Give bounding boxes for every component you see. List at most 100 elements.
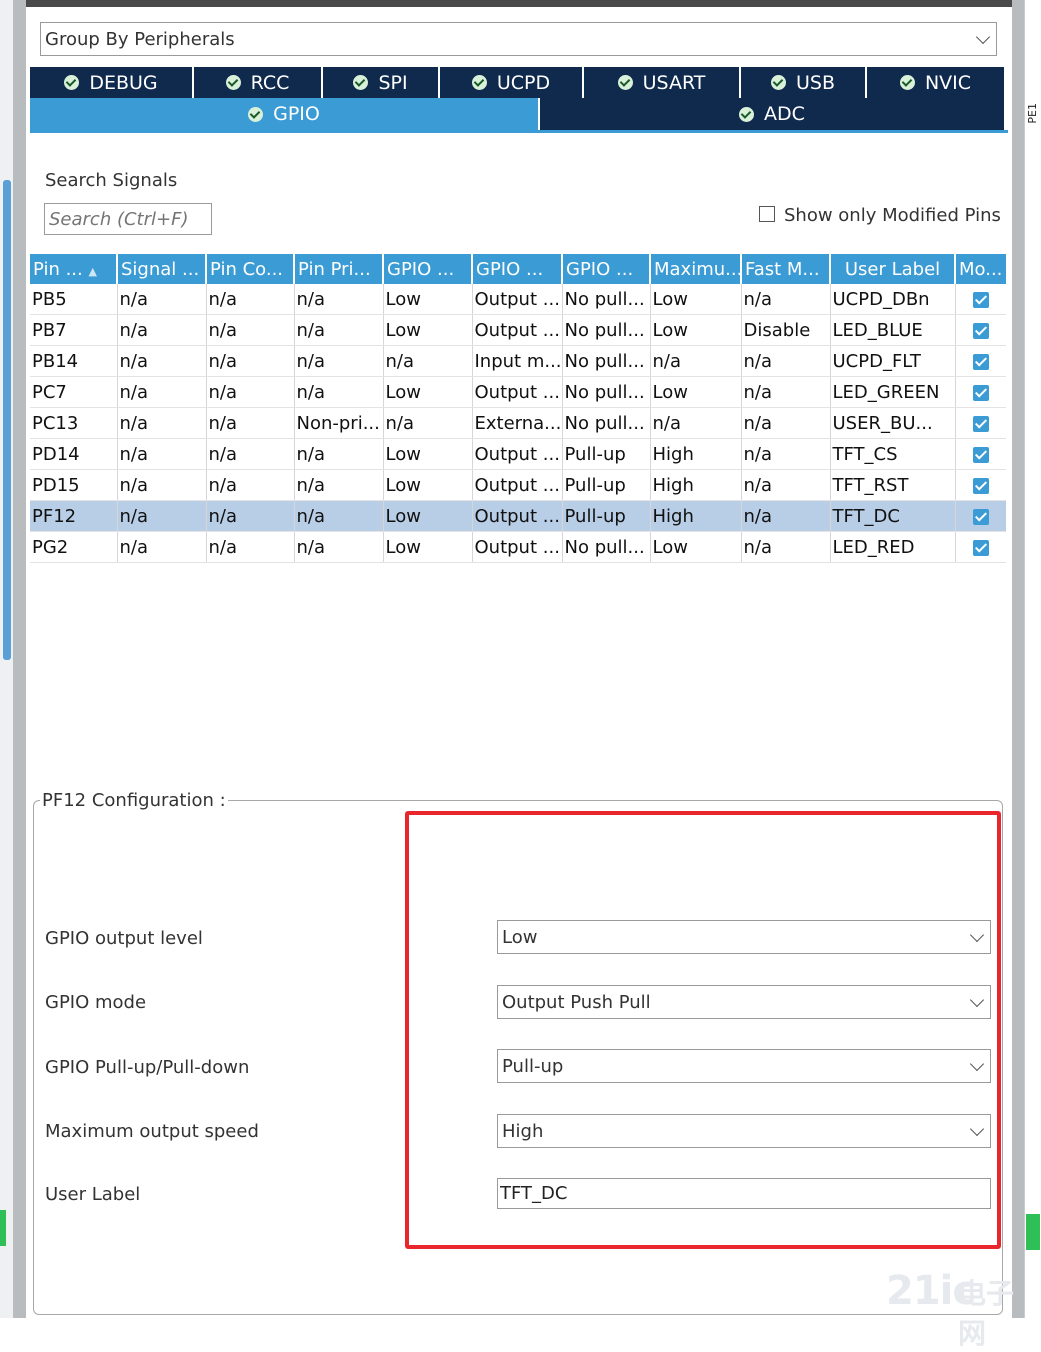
table-cell: Low (383, 284, 472, 315)
table-cell: TFT_CS (830, 439, 955, 470)
table-row[interactable]: PC7n/an/an/aLowOutput ...No pull...Lown/… (30, 377, 1006, 408)
tab-usb[interactable]: USB (741, 67, 867, 98)
table-cell: n/a (294, 315, 383, 346)
col-header-pin-context[interactable]: Pin Co... (206, 254, 294, 284)
modified-checkbox[interactable] (973, 540, 989, 556)
top-frame-bar (26, 0, 1012, 7)
col-header-max-speed[interactable]: Maximu... (650, 254, 741, 284)
table-cell: No pull... (562, 532, 650, 563)
modified-cell (955, 284, 1006, 315)
user-label-label: User Label (45, 1184, 140, 1205)
table-cell: PB14 (30, 346, 117, 377)
table-cell: PC13 (30, 408, 117, 439)
modified-cell (955, 377, 1006, 408)
table-cell: Low (383, 439, 472, 470)
modified-checkbox[interactable] (973, 323, 989, 339)
table-cell: n/a (650, 408, 741, 439)
tab-ucpd[interactable]: UCPD (440, 67, 584, 98)
col-header-gpio-pull[interactable]: GPIO ... (562, 254, 650, 284)
table-cell: Output ... (472, 315, 562, 346)
table-row[interactable]: PD15n/an/an/aLowOutput ...Pull-upHighn/a… (30, 470, 1006, 501)
modified-checkbox[interactable] (973, 354, 989, 370)
table-cell: TFT_DC (830, 501, 955, 532)
modified-checkbox[interactable] (973, 385, 989, 401)
modified-checkbox[interactable] (973, 292, 989, 308)
table-cell: n/a (206, 315, 294, 346)
table-cell: n/a (741, 439, 830, 470)
modified-checkbox[interactable] (973, 478, 989, 494)
watermark-text: 电子网 (958, 1272, 1041, 1352)
table-cell: n/a (294, 439, 383, 470)
table-cell: n/a (206, 346, 294, 377)
table-cell: n/a (383, 346, 472, 377)
check-circle-icon (900, 75, 915, 90)
col-header-gpio-mode[interactable]: GPIO ... (472, 254, 562, 284)
table-cell: High (650, 439, 741, 470)
right-splitter[interactable] (1012, 0, 1024, 1318)
modified-checkbox[interactable] (973, 447, 989, 463)
table-cell: n/a (206, 439, 294, 470)
table-row[interactable]: PC13n/an/aNon-pri...n/aExterna...No pull… (30, 408, 1006, 439)
tab-rcc[interactable]: RCC (194, 67, 323, 98)
table-cell: UCPD_FLT (830, 346, 955, 377)
table-cell: n/a (741, 408, 830, 439)
tab-debug[interactable]: DEBUG (30, 67, 194, 98)
tab-underline (30, 130, 1008, 133)
group-by-dropdown[interactable]: Group By Peripherals (40, 22, 997, 56)
table-cell: n/a (294, 284, 383, 315)
table-cell: No pull... (562, 377, 650, 408)
table-cell: n/a (206, 532, 294, 563)
col-header-gpio-output-level[interactable]: GPIO ... (383, 254, 472, 284)
tab-usart[interactable]: USART (584, 67, 741, 98)
tab-label: GPIO (273, 103, 320, 125)
table-row[interactable]: PB5n/an/an/aLowOutput ...No pull...Lown/… (30, 284, 1006, 315)
modified-cell (955, 532, 1006, 563)
tab-label: USART (643, 72, 706, 94)
table-cell: LED_RED (830, 532, 955, 563)
tab-gpio[interactable]: GPIO (30, 98, 540, 130)
table-row[interactable]: PF12n/an/an/aLowOutput ...Pull-upHighn/a… (30, 501, 1006, 532)
table-cell: n/a (117, 315, 206, 346)
modified-checkbox[interactable] (973, 509, 989, 525)
modified-cell (955, 501, 1006, 532)
col-header-signal[interactable]: Signal ... (117, 254, 206, 284)
pin-configuration-title: PF12 Configuration : (40, 790, 228, 811)
modified-checkbox[interactable] (973, 416, 989, 432)
tab-label: RCC (251, 72, 290, 94)
table-row[interactable]: PG2n/an/an/aLowOutput ...No pull...Lown/… (30, 532, 1006, 563)
search-input[interactable] (44, 203, 212, 235)
table-cell: UCPD_DBn (830, 284, 955, 315)
table-cell: n/a (741, 501, 830, 532)
table-row[interactable]: PD14n/an/an/aLowOutput ...Pull-upHighn/a… (30, 439, 1006, 470)
tab-nvic[interactable]: NVIC (867, 67, 1004, 98)
col-header-pin[interactable]: Pin ... ▲ (30, 254, 117, 284)
left-scrollbar[interactable] (3, 180, 11, 660)
table-cell: n/a (117, 284, 206, 315)
show-modified-checkbox[interactable] (759, 206, 775, 222)
peripheral-tabs: DEBUG RCC SPI UCPD USART USB NVIC GPIO A… (30, 67, 1004, 130)
table-row[interactable]: PB14n/an/an/an/aInput m...No pull...n/an… (30, 346, 1006, 377)
gpio-pull-label: GPIO Pull-up/Pull-down (45, 1057, 249, 1078)
gpio-output-level-label: GPIO output level (45, 928, 203, 949)
modified-cell (955, 346, 1006, 377)
col-header-user-label[interactable]: User Label (830, 254, 955, 284)
table-cell: Non-pri... (294, 408, 383, 439)
check-circle-icon (618, 75, 633, 90)
table-cell: High (650, 470, 741, 501)
table-cell: n/a (206, 501, 294, 532)
tab-label: NVIC (925, 72, 971, 94)
table-row[interactable]: PB7n/an/an/aLowOutput ...No pull...LowDi… (30, 315, 1006, 346)
table-cell: PB7 (30, 315, 117, 346)
table-cell: TFT_RST (830, 470, 955, 501)
col-header-modified[interactable]: Mo... (955, 254, 1006, 284)
col-header-fast-mode[interactable]: Fast M... (741, 254, 830, 284)
left-splitter[interactable] (13, 0, 26, 1318)
table-cell: PF12 (30, 501, 117, 532)
tab-spi[interactable]: SPI (323, 67, 440, 98)
table-cell: n/a (741, 284, 830, 315)
table-cell: n/a (650, 346, 741, 377)
tab-label: SPI (378, 72, 407, 94)
col-header-pin-privilege[interactable]: Pin Pri... (294, 254, 383, 284)
tab-adc[interactable]: ADC (540, 98, 1004, 130)
table-cell: PD14 (30, 439, 117, 470)
